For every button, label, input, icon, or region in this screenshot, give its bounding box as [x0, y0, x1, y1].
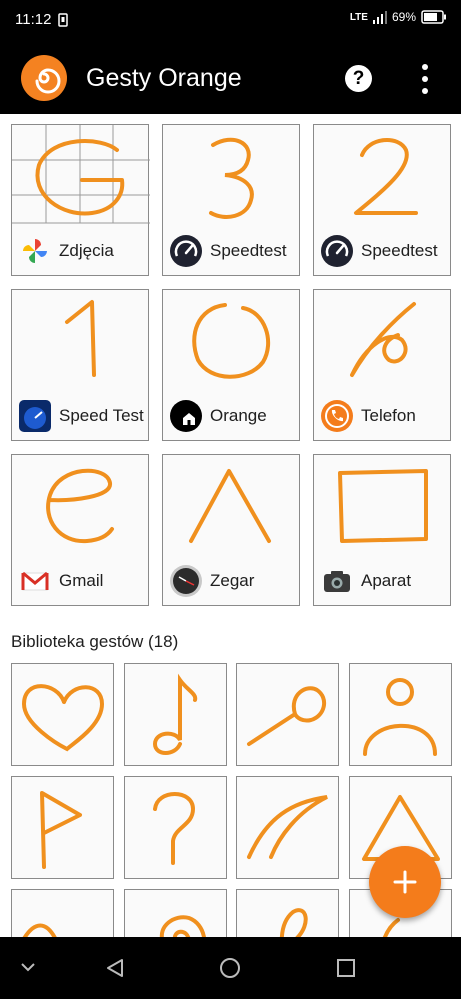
- help-button[interactable]: ?: [345, 65, 372, 92]
- library-title: Biblioteka gestów (18): [11, 632, 179, 651]
- question-gesture-icon: [153, 792, 196, 865]
- app-name: Telefon: [361, 406, 416, 425]
- person-gesture-icon: [363, 678, 437, 756]
- battery-percent: 69%: [391, 10, 416, 24]
- camera-icon: [324, 571, 350, 592]
- content-area: Zdjęcia Speedtest Speedtest Speed Test O…: [0, 114, 461, 937]
- app-name: Speed Test: [59, 406, 144, 425]
- arc-gesture-icon: [247, 795, 328, 859]
- app-title: Gesty Orange: [86, 64, 242, 92]
- signal-icon: [372, 10, 387, 24]
- app-bar: Gesty Orange ?: [0, 42, 461, 114]
- heart-gesture-icon: [21, 684, 105, 752]
- collapse-icon[interactable]: [20, 961, 36, 973]
- speed-test-icon: [19, 400, 51, 432]
- gmail-icon: [21, 571, 49, 591]
- flag-gesture-icon: [40, 791, 82, 869]
- system-nav-bar: [0, 937, 461, 999]
- gesture-tile-speedtest-3[interactable]: Speedtest: [162, 124, 300, 276]
- library-gesture-heart[interactable]: [11, 663, 114, 766]
- gesture-tile-speed-test[interactable]: Speed Test: [11, 289, 149, 441]
- add-icon: [393, 870, 417, 894]
- clock-icon: [170, 565, 202, 597]
- library-gesture-lollipop[interactable]: [236, 663, 339, 766]
- spiral-gesture-icon: [159, 915, 206, 937]
- library-gesture-loop[interactable]: [236, 889, 339, 937]
- app-name: Aparat: [361, 571, 412, 590]
- gesture-tile-orange[interactable]: Orange: [162, 289, 300, 441]
- music-note-gesture-icon: [152, 673, 198, 755]
- library-gesture-spiral[interactable]: [124, 889, 227, 937]
- app-name: Speedtest: [361, 241, 438, 260]
- add-gesture-button[interactable]: [369, 846, 441, 918]
- library-gesture-wave[interactable]: [11, 889, 114, 937]
- gesture-tile-telefon[interactable]: Telefon: [313, 289, 451, 441]
- loop-gesture-icon: [279, 908, 308, 937]
- app-logo: [21, 55, 67, 101]
- overflow-menu-button[interactable]: [414, 62, 436, 96]
- phone-icon: [321, 400, 353, 432]
- app-name: Gmail: [59, 571, 104, 590]
- library-gesture-question[interactable]: [124, 776, 227, 879]
- back-icon[interactable]: [104, 957, 126, 979]
- orange-home-icon: [170, 400, 202, 432]
- lollipop-gesture-icon: [247, 686, 327, 746]
- gesture-tile-speedtest-2[interactable]: Speedtest: [313, 124, 451, 276]
- library-gesture-note[interactable]: [124, 663, 227, 766]
- gesture-tile-zdjecia[interactable]: Zdjęcia: [11, 124, 150, 276]
- app-name: Speedtest: [210, 241, 287, 260]
- status-icons: LTE 69%: [350, 10, 447, 24]
- app-name: Zegar: [210, 571, 255, 590]
- recents-icon[interactable]: [336, 958, 356, 978]
- question-circle-icon: ?: [352, 68, 365, 89]
- wave-gesture-icon: [22, 923, 57, 937]
- app-name: Zdjęcia: [59, 241, 114, 260]
- library-gesture-person[interactable]: [349, 663, 452, 766]
- home-icon[interactable]: [219, 957, 241, 979]
- library-gesture-flag[interactable]: [11, 776, 114, 879]
- gesture-tile-aparat[interactable]: Aparat: [313, 454, 451, 606]
- speedtest-icon: [321, 235, 353, 267]
- gesture-tile-gmail[interactable]: Gmail: [11, 454, 149, 606]
- spiral-logo-icon: [35, 68, 61, 94]
- tile-label: Zdjęcia: [12, 233, 148, 269]
- more-vert-icon: [422, 64, 428, 70]
- app-name: Orange: [210, 406, 267, 425]
- library-gesture-arc[interactable]: [236, 776, 339, 879]
- battery-icon: [421, 10, 446, 24]
- network-label: LTE: [349, 11, 368, 23]
- speedtest-icon: [170, 235, 202, 267]
- sim-icon: [58, 13, 68, 27]
- gesture-tile-zegar[interactable]: Zegar: [162, 454, 300, 606]
- google-photos-icon: [23, 239, 47, 263]
- status-bar: 11:12 LTE 69%: [0, 0, 461, 42]
- status-time: 11:12: [15, 11, 52, 28]
